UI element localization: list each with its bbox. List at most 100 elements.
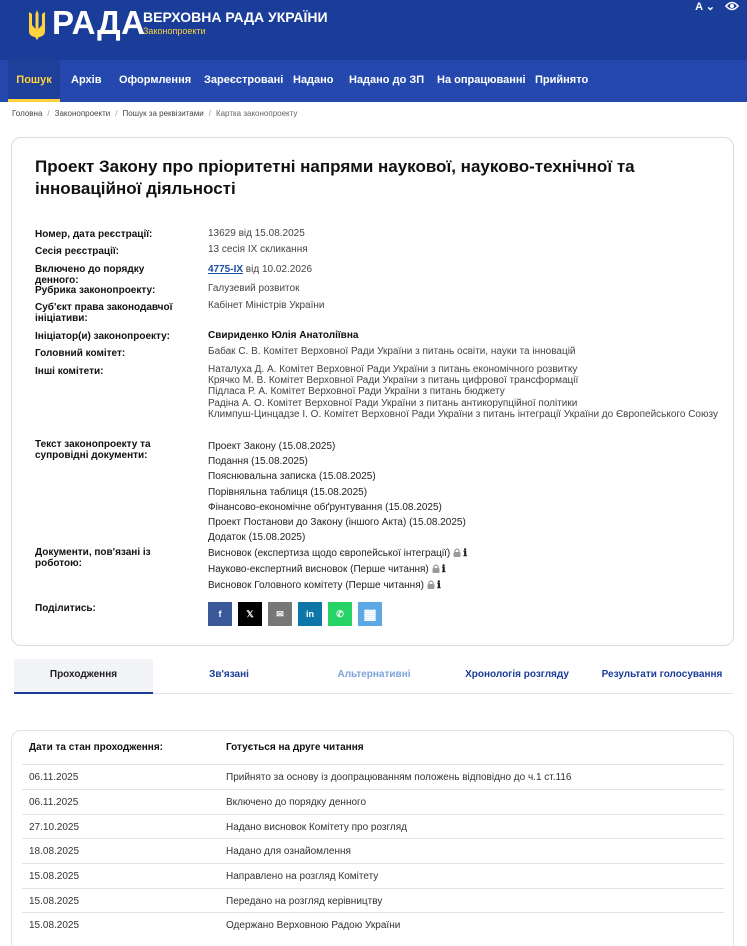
info-icon[interactable]: ℹ xyxy=(442,562,446,578)
whatsapp-share-button[interactable]: ✆ xyxy=(328,602,352,626)
nav-in-progress[interactable]: На опрацюванні xyxy=(437,60,526,102)
agenda-link[interactable]: 4775-IX xyxy=(208,264,243,275)
chevron-down-icon: ⌄ xyxy=(705,1,715,13)
table-row: 15.08.2025 Одержано Верховною Радою Украї… xyxy=(22,912,724,937)
lock-icon xyxy=(432,564,440,573)
nav-submitted-to-zp[interactable]: Надано до ЗП xyxy=(349,60,424,102)
agenda-value: 4775-IX від 10.02.2026 xyxy=(208,264,718,276)
table-row: 27.10.2025 Надано висновок Комітету про р… xyxy=(22,814,724,839)
passage-date-header: Дати та стан проходження: xyxy=(29,742,163,753)
info-icon[interactable]: ℹ xyxy=(437,578,441,594)
qr-share-button[interactable]: ▦ xyxy=(358,602,382,626)
row-date: 06.11.2025 xyxy=(29,797,79,808)
site-subtitle[interactable]: Законопроекти xyxy=(143,26,206,37)
row-text: Передано на розгляд керівництву xyxy=(226,896,383,907)
tab-voting-results[interactable]: Результати голосування xyxy=(596,659,728,694)
work-doc-link[interactable]: Науково-експертний висновок (Перше читан… xyxy=(208,564,429,575)
row-date: 27.10.2025 xyxy=(29,822,80,833)
initiator-value: Свириденко Юлія Анатоліївна xyxy=(208,330,359,341)
tab-chronology[interactable]: Хронологія розгляду xyxy=(454,659,580,694)
row-text: Включено до порядку денного xyxy=(226,797,367,808)
row-text: Прийнято за основу із доопрацюванням пол… xyxy=(226,772,572,783)
subject-label: Суб'єкт права законодавчої ініціативи: xyxy=(35,302,173,324)
font-size-label: A xyxy=(695,1,703,13)
docs-label: Текст законопроекту та супровідні докуме… xyxy=(35,439,151,461)
row-date: 06.11.2025 xyxy=(29,772,79,783)
work-doc-link[interactable]: Висновок (експертиза щодо європейської і… xyxy=(208,548,450,559)
table-row: 15.08.2025 Передано на розгляд керівництв… xyxy=(22,888,724,913)
doc-link[interactable]: Пояснювальна записка (15.08.2025) xyxy=(208,469,718,484)
logo-text[interactable]: РАДА xyxy=(52,5,146,41)
eye-icon[interactable] xyxy=(725,1,739,11)
other-committees-value: Наталуха Д. А. Комітет Верховної Ради Ук… xyxy=(208,364,718,420)
tab-related[interactable]: Зв'язані xyxy=(174,659,284,694)
nav-registered[interactable]: Зареєстровані xyxy=(204,60,283,102)
table-row: 06.11.2025 Прийнято за основу із доопрацю… xyxy=(22,764,724,789)
x-share-button[interactable]: 𝕏 xyxy=(238,602,262,626)
agenda-date: від 10.02.2026 xyxy=(243,264,313,275)
work-docs-label: Документи, пов'язані із роботою: xyxy=(35,547,151,569)
breadcrumb-current: Картка законопроекту xyxy=(215,109,298,118)
doc-link[interactable]: Подання (15.08.2025) xyxy=(208,454,718,469)
row-date: 15.08.2025 xyxy=(29,896,80,907)
trident-icon xyxy=(29,10,45,40)
table-row: 18.08.2025 Надано для ознайомлення xyxy=(22,838,724,863)
other-committees-label: Інші комітети: xyxy=(35,366,104,377)
share-label: Поділитись: xyxy=(35,603,96,614)
rubric-label: Рубрика законопроекту: xyxy=(35,285,156,296)
bill-title: Проект Закону про пріоритетні напрями на… xyxy=(35,157,635,198)
info-icon[interactable]: ℹ xyxy=(463,546,467,562)
initiator-label: Ініціатор(и) законопроекту: xyxy=(35,331,170,342)
main-committee-label: Головний комітет: xyxy=(35,348,126,359)
doc-link[interactable]: Порівняльна таблиця (15.08.2025) xyxy=(208,485,718,500)
lock-icon xyxy=(427,580,435,589)
breadcrumb-home[interactable]: Головна xyxy=(12,109,42,118)
rubric-value: Галузевий розвиток xyxy=(208,283,300,294)
passage-status-header: Готується на друге читання xyxy=(226,742,364,753)
nav-archive[interactable]: Архів xyxy=(71,60,101,102)
tab-passage[interactable]: Проходження xyxy=(14,659,153,694)
table-row: 06.11.2025 Включено до порядку денного xyxy=(22,789,724,814)
nav-formalization[interactable]: Оформлення xyxy=(119,60,191,102)
table-row: 15.08.2025 Направлено на розгляд Комітету xyxy=(22,863,724,888)
doc-link[interactable]: Проект Закону (15.08.2025) xyxy=(208,439,718,454)
doc-link[interactable]: Проект Постанови до Закону (іншого Акта)… xyxy=(208,515,718,530)
email-share-button[interactable]: ✉ xyxy=(268,602,292,626)
main-nav: Пошук Архів Оформлення Зареєстровані Над… xyxy=(0,60,747,102)
site-header: РАДА ВЕРХОВНА РАДА УКРАЇНИ Законопроекти… xyxy=(0,0,747,60)
work-doc-link[interactable]: Висновок Головного комітету (Перше читан… xyxy=(208,580,424,591)
number-value: 13629 від 15.08.2025 xyxy=(208,228,305,239)
row-text: Направлено на розгляд Комітету xyxy=(226,871,379,882)
main-committee-value: Бабак С. В. Комітет Верховної Ради Украї… xyxy=(208,346,576,357)
font-size-toggle[interactable]: A ⌄ xyxy=(695,0,715,14)
row-date: 15.08.2025 xyxy=(29,871,80,882)
work-docs-list: Висновок (експертиза щодо європейської і… xyxy=(208,546,718,594)
doc-link[interactable]: Фінансово-економічне обґрунтування (15.0… xyxy=(208,500,718,515)
breadcrumb-search[interactable]: Пошук за реквізитами xyxy=(122,109,203,118)
row-date: 18.08.2025 xyxy=(29,846,80,857)
bill-tabs: Проходження Зв'язані Альтернативні Хроно… xyxy=(14,659,733,694)
nav-search[interactable]: Пошук xyxy=(8,60,60,102)
tab-alternative[interactable]: Альтернативні xyxy=(314,659,434,694)
session-value: 13 сесія IX скликання xyxy=(208,244,308,255)
docs-list: Проект Закону (15.08.2025) Подання (15.0… xyxy=(208,439,718,545)
row-text: Одержано Верховною Радою України xyxy=(226,920,401,931)
row-text: Надано для ознайомлення xyxy=(226,846,351,857)
row-date: 15.08.2025 xyxy=(29,920,80,931)
agenda-label: Включено до порядку денного: xyxy=(35,264,145,286)
nav-submitted[interactable]: Надано xyxy=(293,60,334,102)
facebook-share-button[interactable]: f xyxy=(208,602,232,626)
lock-icon xyxy=(453,548,461,557)
site-title[interactable]: ВЕРХОВНА РАДА УКРАЇНИ xyxy=(143,9,328,25)
linkedin-share-button[interactable]: in xyxy=(298,602,322,626)
doc-link[interactable]: Додаток (15.08.2025) xyxy=(208,530,718,545)
nav-adopted[interactable]: Прийнято xyxy=(535,60,588,102)
passage-table: Дати та стан проходження: Готується на д… xyxy=(11,730,734,946)
bill-card: Проект Закону про пріоритетні напрями на… xyxy=(11,137,734,646)
breadcrumb-bills[interactable]: Законопроекти xyxy=(55,109,111,118)
breadcrumb: Головна / Законопроекти / Пошук за реквізита… xyxy=(12,109,298,118)
number-label: Номер, дата реєстрації: xyxy=(35,229,153,240)
session-label: Сесія реєстрації: xyxy=(35,246,119,257)
row-text: Надано висновок Комітету про розгляд xyxy=(226,822,408,833)
subject-value: Кабінет Міністрів України xyxy=(208,300,325,311)
